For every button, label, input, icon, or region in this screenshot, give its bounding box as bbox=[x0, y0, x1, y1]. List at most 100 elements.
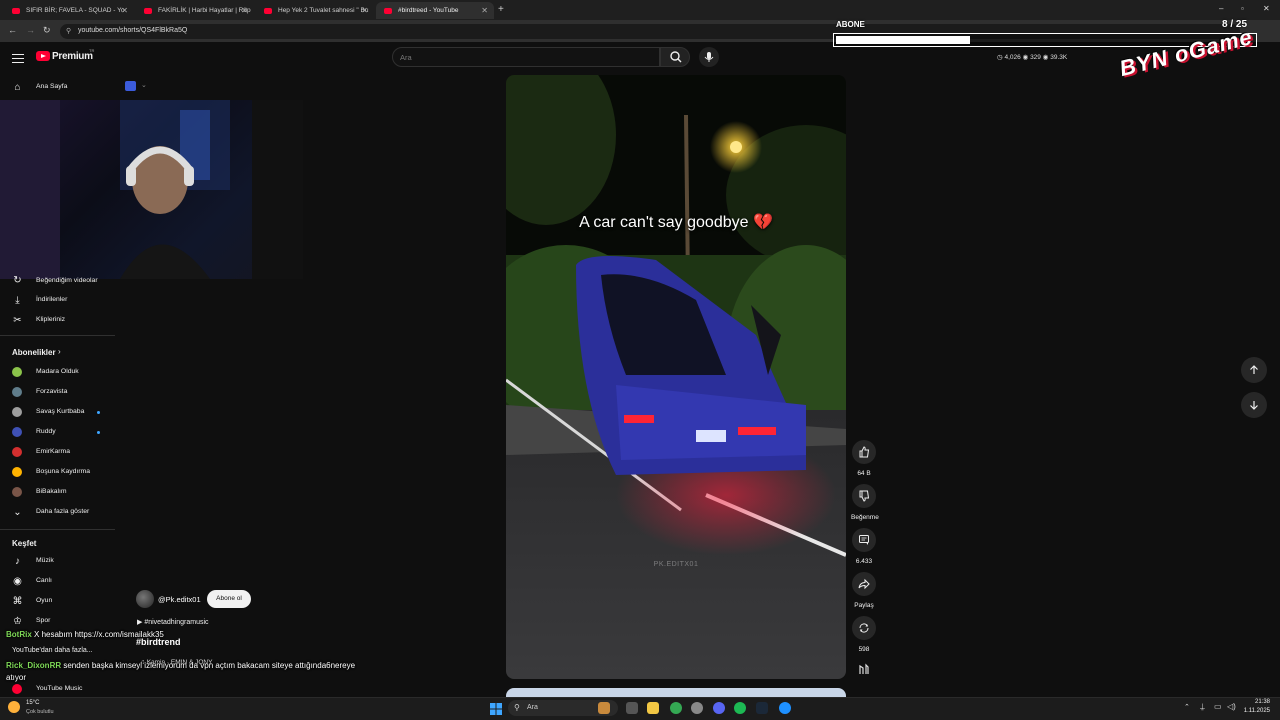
remix-button[interactable] bbox=[852, 616, 876, 640]
clock-time[interactable]: 21:38 bbox=[1228, 699, 1270, 705]
subscriptions-heading[interactable]: Abonelikler bbox=[12, 348, 56, 357]
browser-tab[interactable]: SIFIR BİR; FAVELA - SQUAD - Yo ✕ bbox=[4, 2, 134, 19]
channel-avatar-icon bbox=[12, 427, 22, 437]
sidebar-item-label: Oyun bbox=[36, 597, 53, 604]
chat-text: atıyor bbox=[6, 673, 27, 682]
sidebar-item-youtube-music[interactable]: YouTube Music bbox=[0, 679, 115, 699]
sidebar-show-more[interactable]: ⌄ Daha fazla göster bbox=[0, 502, 115, 522]
sidebar-item-home[interactable]: ⌂ Ana Sayfa bbox=[0, 77, 115, 97]
reload-icon[interactable]: ↻ bbox=[43, 25, 51, 36]
sound-disc-icon[interactable] bbox=[856, 662, 872, 674]
sidebar-item-music[interactable]: ♪ Müzik bbox=[0, 551, 115, 571]
sidebar-item-downloads[interactable]: ⤓ İndirilenler bbox=[0, 290, 115, 310]
sidebar-item-label: Spor bbox=[36, 617, 51, 624]
sidebar-item-liked-videos[interactable]: ↻ Beğendiğim videolar bbox=[0, 270, 115, 290]
extension-badge[interactable] bbox=[125, 81, 136, 91]
dislike-action[interactable]: Beğenme bbox=[851, 484, 879, 521]
new-tab-button[interactable]: + bbox=[498, 4, 504, 15]
sidebar-subscription-item[interactable]: Madara Olduk bbox=[0, 362, 115, 382]
chevron-up-icon[interactable]: ⌃ bbox=[1184, 703, 1190, 711]
chevron-right-icon[interactable]: › bbox=[58, 347, 61, 356]
voice-search-button[interactable] bbox=[699, 47, 719, 67]
microphone-icon bbox=[704, 52, 714, 62]
like-action[interactable]: 64 B bbox=[851, 440, 877, 477]
music-tag[interactable]: ▶ #nivetadhingramusic bbox=[137, 618, 209, 626]
thumbs-down-icon bbox=[859, 490, 870, 502]
browser-tab-active[interactable]: #birdtreed - YouTube ✕ bbox=[376, 2, 494, 19]
clock-date[interactable]: 1.11.2025 bbox=[1228, 708, 1270, 714]
spotify-icon[interactable] bbox=[734, 702, 746, 714]
like-count: 64 B bbox=[857, 470, 871, 477]
close-tab-icon[interactable]: ✕ bbox=[121, 6, 128, 15]
tab-title: #birdtreed - YouTube bbox=[398, 7, 459, 14]
channel-name[interactable]: @Pk.editx01 bbox=[158, 595, 201, 604]
forward-arrow-icon[interactable]: → bbox=[26, 25, 35, 35]
windows-start-icon[interactable] bbox=[490, 702, 502, 715]
back-arrow-icon[interactable]: ← bbox=[8, 25, 17, 35]
remix-action[interactable]: 598 bbox=[851, 616, 877, 653]
new-content-dot bbox=[97, 431, 100, 434]
sidebar-item-gaming[interactable]: ⌘ Oyun bbox=[0, 591, 115, 611]
close-window-button[interactable]: ✕ bbox=[1263, 4, 1270, 13]
sidebar-item-clips[interactable]: ✂ Klipleriniz bbox=[0, 310, 115, 330]
sidebar-item-live[interactable]: ◉ Canlı bbox=[0, 571, 115, 591]
steam-icon[interactable] bbox=[756, 702, 768, 714]
browser-tab[interactable]: FAKİRLİK | Harbi Hayatlar | Röp ✕ bbox=[136, 2, 254, 19]
microphone-tray-icon[interactable]: ⍊ bbox=[1200, 702, 1205, 712]
sidebar-subscription-item[interactable]: Savaş Kurtbaba bbox=[0, 402, 115, 422]
settings-gear-icon[interactable] bbox=[691, 702, 703, 714]
file-explorer-icon[interactable] bbox=[647, 702, 659, 714]
channel-avatar-icon bbox=[12, 447, 22, 457]
site-info-icon[interactable]: ⚲ bbox=[66, 27, 71, 35]
sidebar-subscription-item[interactable]: EmirKarma bbox=[0, 442, 115, 462]
like-button[interactable] bbox=[852, 440, 876, 464]
task-view-icon[interactable] bbox=[626, 702, 638, 714]
weather-icon[interactable] bbox=[8, 701, 20, 713]
edge-icon[interactable] bbox=[779, 702, 791, 714]
sidebar-subscription-item[interactable]: BiBakalım bbox=[0, 482, 115, 502]
close-tab-icon[interactable]: ✕ bbox=[361, 6, 368, 15]
maximize-button[interactable]: ▫ bbox=[1241, 4, 1244, 13]
weather-temperature[interactable]: 15°C bbox=[26, 700, 39, 706]
minimize-button[interactable]: – bbox=[1219, 4, 1223, 13]
discord-icon[interactable] bbox=[713, 702, 725, 714]
search-input[interactable] bbox=[392, 47, 660, 67]
next-short-button[interactable] bbox=[1241, 392, 1267, 418]
channel-avatar-icon bbox=[12, 387, 22, 397]
sidebar-subscription-item[interactable]: Ruddy bbox=[0, 422, 115, 442]
share-button[interactable] bbox=[852, 572, 876, 596]
previous-short-button[interactable] bbox=[1241, 357, 1267, 383]
share-action[interactable]: Paylaş bbox=[851, 572, 877, 609]
search-button[interactable] bbox=[660, 47, 690, 67]
browser-tab[interactable]: Hep Yek 2 Tuvalet sahnesi " Bu ✕ bbox=[256, 2, 374, 19]
shorts-video-player[interactable]: A car can't say goodbye 💔 PK.EDITX01 bbox=[506, 75, 846, 679]
subscriber-goal-fill bbox=[836, 36, 970, 44]
sidebar-subscription-item[interactable]: Forzavista bbox=[0, 382, 115, 402]
chrome-icon[interactable] bbox=[670, 702, 682, 714]
browser-tab-bar: SIFIR BİR; FAVELA - SQUAD - Yo ✕ FAKİRLİ… bbox=[0, 0, 1280, 20]
subscribe-button[interactable]: Abone ol bbox=[207, 590, 251, 608]
close-tab-icon[interactable]: ✕ bbox=[241, 6, 248, 15]
weather-description: Çok bulutlu bbox=[26, 709, 54, 715]
channel-avatar[interactable] bbox=[136, 590, 154, 608]
sidebar-item-label: Daha fazla göster bbox=[36, 508, 90, 515]
url-text: youtube.com/shorts/QS4FlBkRa5Q bbox=[78, 27, 188, 34]
menu-hamburger-icon[interactable] bbox=[12, 51, 24, 66]
arrow-down-icon bbox=[1250, 401, 1258, 410]
close-tab-icon[interactable]: ✕ bbox=[481, 6, 488, 15]
sidebar-item-sports[interactable]: ♔ Spor bbox=[0, 611, 115, 631]
youtube-favicon-icon bbox=[12, 8, 20, 14]
region-code: TR bbox=[89, 48, 95, 53]
burger-widget-icon[interactable] bbox=[598, 702, 610, 714]
youtube-logo-icon[interactable] bbox=[36, 51, 50, 61]
sidebar-subscription-item[interactable]: Boşuna Kaydırma bbox=[0, 462, 115, 482]
dislike-button[interactable] bbox=[852, 484, 876, 508]
comments-button[interactable] bbox=[852, 528, 876, 552]
channel-avatar-icon bbox=[12, 367, 22, 377]
sidebar-item-label: Müzik bbox=[36, 557, 54, 564]
chevron-down-icon[interactable]: ⌄ bbox=[141, 81, 147, 89]
youtube-premium-logo[interactable]: Premium bbox=[52, 51, 93, 62]
comments-action[interactable]: 6.433 bbox=[851, 528, 877, 565]
network-icon[interactable]: ▭ bbox=[1214, 702, 1222, 711]
stat-value: 4,026 bbox=[1004, 54, 1021, 61]
